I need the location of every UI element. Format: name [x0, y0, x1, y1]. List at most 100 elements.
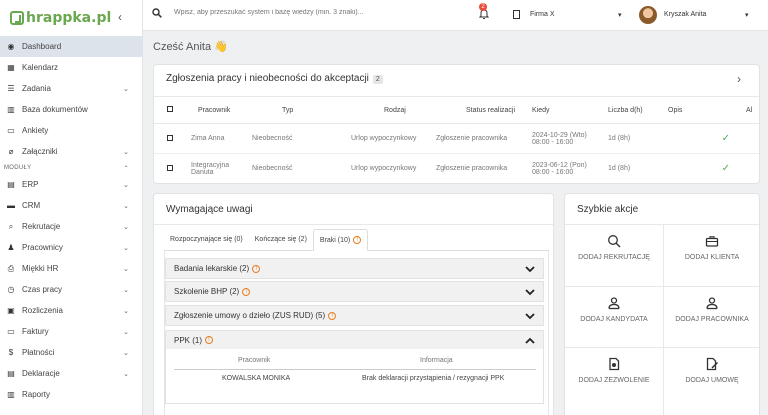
sidebar-item-zalaczniki[interactable]: ⌀ Załączniki ⌄ — [0, 141, 143, 162]
survey-icon: ▭ — [7, 126, 15, 135]
add-recruitment-button[interactable]: DODAJ REKRUTACJĘ — [565, 224, 663, 286]
sidebar-item-faktury[interactable]: ▭ Faktury ⌄ — [0, 321, 143, 342]
kind-cell: Urlop wypoczynkowy — [340, 123, 436, 154]
sidebar-item-label: Rekrutacje — [22, 222, 61, 231]
add-candidate-button[interactable]: DODAJ KANDYDATA — [565, 286, 663, 348]
search-icon — [608, 235, 621, 248]
accordion-badania-lekarskie[interactable]: Badania lekarskie (2)! — [165, 258, 544, 279]
accordion-label: Badania lekarskie (2) — [174, 264, 250, 273]
col-liczba[interactable]: Liczba d(h) — [608, 96, 668, 124]
check-icon[interactable]: ✓ — [722, 133, 730, 144]
sidebar-item-crm[interactable]: ▬ CRM ⌄ — [0, 195, 143, 216]
row-checkbox[interactable] — [167, 134, 173, 141]
sidebar-item-czas-pracy[interactable]: ◷ Czas pracy ⌄ — [0, 279, 143, 300]
sidebar-item-rozliczenia[interactable]: ▣ Rozliczenia ⌄ — [0, 300, 143, 321]
table-row[interactable]: Zima Anna Nieobecność Urlop wypoczynkowy… — [154, 123, 759, 154]
add-client-button[interactable]: DODAJ KLIENTA — [663, 224, 759, 286]
chevron-down-icon: ⌄ — [123, 202, 129, 210]
section-label: MODUŁY — [4, 165, 32, 171]
sidebar-item-pracownicy[interactable]: ♟ Pracownicy ⌄ — [0, 237, 143, 258]
logo-text: hrappka.pl — [26, 10, 112, 26]
row-checkbox-cell[interactable] — [154, 153, 184, 183]
sidebar-item-dashboard[interactable]: ◉ Dashboard — [0, 36, 143, 57]
company-dropdown-icon[interactable]: ▾ — [618, 11, 622, 19]
settlements-icon: ▣ — [7, 306, 15, 315]
col-opis[interactable]: Opis — [668, 96, 746, 124]
status-cell: Zgłoszenie pracownika — [436, 153, 532, 183]
greeting: Cześć Anita 👋 — [153, 41, 228, 53]
tab-rozpoczynajace[interactable]: Rozpoczynające się (0) — [164, 229, 249, 251]
col-rodzaj[interactable]: Rodzaj — [340, 96, 436, 124]
accordion-ppk[interactable]: PPK (1)! — [165, 330, 544, 350]
sidebar-collapse-button[interactable]: ‹ — [118, 10, 122, 24]
sidebar-item-raporty[interactable]: ▥ Raporty — [0, 384, 143, 405]
sidebar-item-deklaracje[interactable]: ▤ Deklaracje ⌄ — [0, 363, 143, 384]
add-contract-button[interactable]: DODAJ UMOWĘ — [663, 347, 759, 409]
chevron-down-icon: ⌄ — [123, 307, 129, 315]
search-icon: ⌕ — [8, 221, 14, 231]
approve-cell[interactable]: ✓ — [668, 153, 746, 183]
requests-expand-arrow[interactable]: › — [737, 72, 741, 86]
sidebar-section-modules[interactable]: MODUŁY ⌃ — [0, 162, 143, 174]
requests-count-badge: 2 — [372, 75, 383, 84]
sidebar-item-label: Deklaracje — [22, 369, 60, 378]
user-dropdown-icon[interactable]: ▾ — [745, 11, 749, 19]
quick-action-label: DODAJ PRACOWNIKA — [675, 316, 749, 323]
divider — [154, 224, 553, 225]
add-employee-button[interactable]: DODAJ PRACOWNIKA — [663, 286, 759, 348]
documents-icon: ▥ — [7, 105, 15, 114]
ppk-info: Brak deklaracji przystąpienia / rezygnac… — [362, 375, 505, 382]
accordion-szkolenie-bhp[interactable]: Szkolenie BHP (2)! — [165, 281, 544, 302]
chevron-down-icon: ⌄ — [123, 349, 129, 357]
chevron-down-icon: ⌄ — [123, 328, 129, 336]
chevron-down-icon — [525, 313, 535, 320]
accordion-label: PPK (1) — [174, 335, 203, 345]
building-icon — [513, 10, 520, 19]
chevron-down-icon: ⌄ — [123, 244, 129, 252]
tab-braki-label: Braki (10) — [319, 237, 351, 244]
ppk-employee[interactable]: KOWALSKA MONIKA — [222, 375, 290, 382]
accordion-zus-rud[interactable]: Zgłoszenie umowy o dzieło (ZUS RUD) (5)! — [165, 305, 544, 326]
sidebar-item-label: CRM — [22, 201, 41, 210]
declarations-icon: ▤ — [7, 369, 15, 378]
sidebar-item-erp[interactable]: ▤ ERP ⌄ — [0, 174, 143, 195]
sidebar-item-zadania[interactable]: ☰ Zadania ⌄ — [0, 78, 143, 99]
actions-cell — [746, 153, 759, 183]
user-name[interactable]: Kryszak Anita — [664, 11, 706, 18]
sidebar-item-rekrutacje[interactable]: ⌕ Rekrutacje ⌄ — [0, 216, 143, 237]
select-all-checkbox[interactable] — [167, 106, 173, 112]
avatar[interactable] — [639, 6, 657, 24]
check-icon[interactable]: ✓ — [722, 163, 730, 174]
add-permit-button[interactable]: DODAJ ZEZWOLENIE — [565, 347, 663, 409]
col-pracownik[interactable]: Pracownik — [184, 96, 252, 124]
attention-tabs: Rozpoczynające się (0) Kończące się (2) … — [164, 229, 549, 251]
topbar: 2 Firma X ▾ Kryszak Anita ▾ — [143, 0, 768, 31]
search-icon[interactable] — [152, 8, 162, 18]
sidebar-item-label: Baza dokumentów — [22, 105, 88, 114]
company-selector[interactable]: Firma X — [513, 10, 555, 19]
warning-icon: ! — [205, 336, 214, 344]
table-row[interactable]: Integracyjna Danuta Nieobecność Urlop wy… — [154, 153, 759, 183]
search-input[interactable] — [174, 9, 454, 16]
sidebar-item-platnosci[interactable]: $ Płatności ⌄ — [0, 342, 143, 363]
col-kiedy[interactable]: Kiedy — [532, 96, 608, 124]
sidebar-item-miekki-hr[interactable]: ⎙ Miękki HR ⌄ — [0, 258, 143, 279]
approve-cell[interactable]: ✓ — [668, 123, 746, 154]
sidebar-item-ankiety[interactable]: ▭ Ankiety — [0, 120, 143, 141]
tab-braki[interactable]: Braki (10)! — [312, 229, 369, 251]
row-checkbox[interactable] — [167, 164, 173, 171]
tab-konczace[interactable]: Kończące się (2) — [249, 229, 313, 251]
logo[interactable]: hrappka.pl — [10, 10, 111, 26]
sidebar-item-label: Faktury — [22, 327, 49, 336]
calendar-icon: ▦ — [7, 63, 15, 72]
table-header-row: Pracownik Typ Rodzaj Status realizacji K… — [154, 96, 759, 124]
col-status[interactable]: Status realizacji — [436, 96, 532, 124]
sidebar-item-baza-dokumentow[interactable]: ▥ Baza dokumentów — [0, 99, 143, 120]
col-typ[interactable]: Typ — [252, 96, 340, 124]
notification-badge: 2 — [479, 3, 487, 11]
row-checkbox-cell[interactable] — [154, 123, 184, 154]
select-all-checkbox-cell[interactable] — [154, 96, 184, 124]
sidebar-item-kalendarz[interactable]: ▦ Kalendarz — [0, 57, 143, 78]
chevron-down-icon — [525, 289, 535, 296]
col-akcje[interactable]: Al — [746, 96, 759, 124]
